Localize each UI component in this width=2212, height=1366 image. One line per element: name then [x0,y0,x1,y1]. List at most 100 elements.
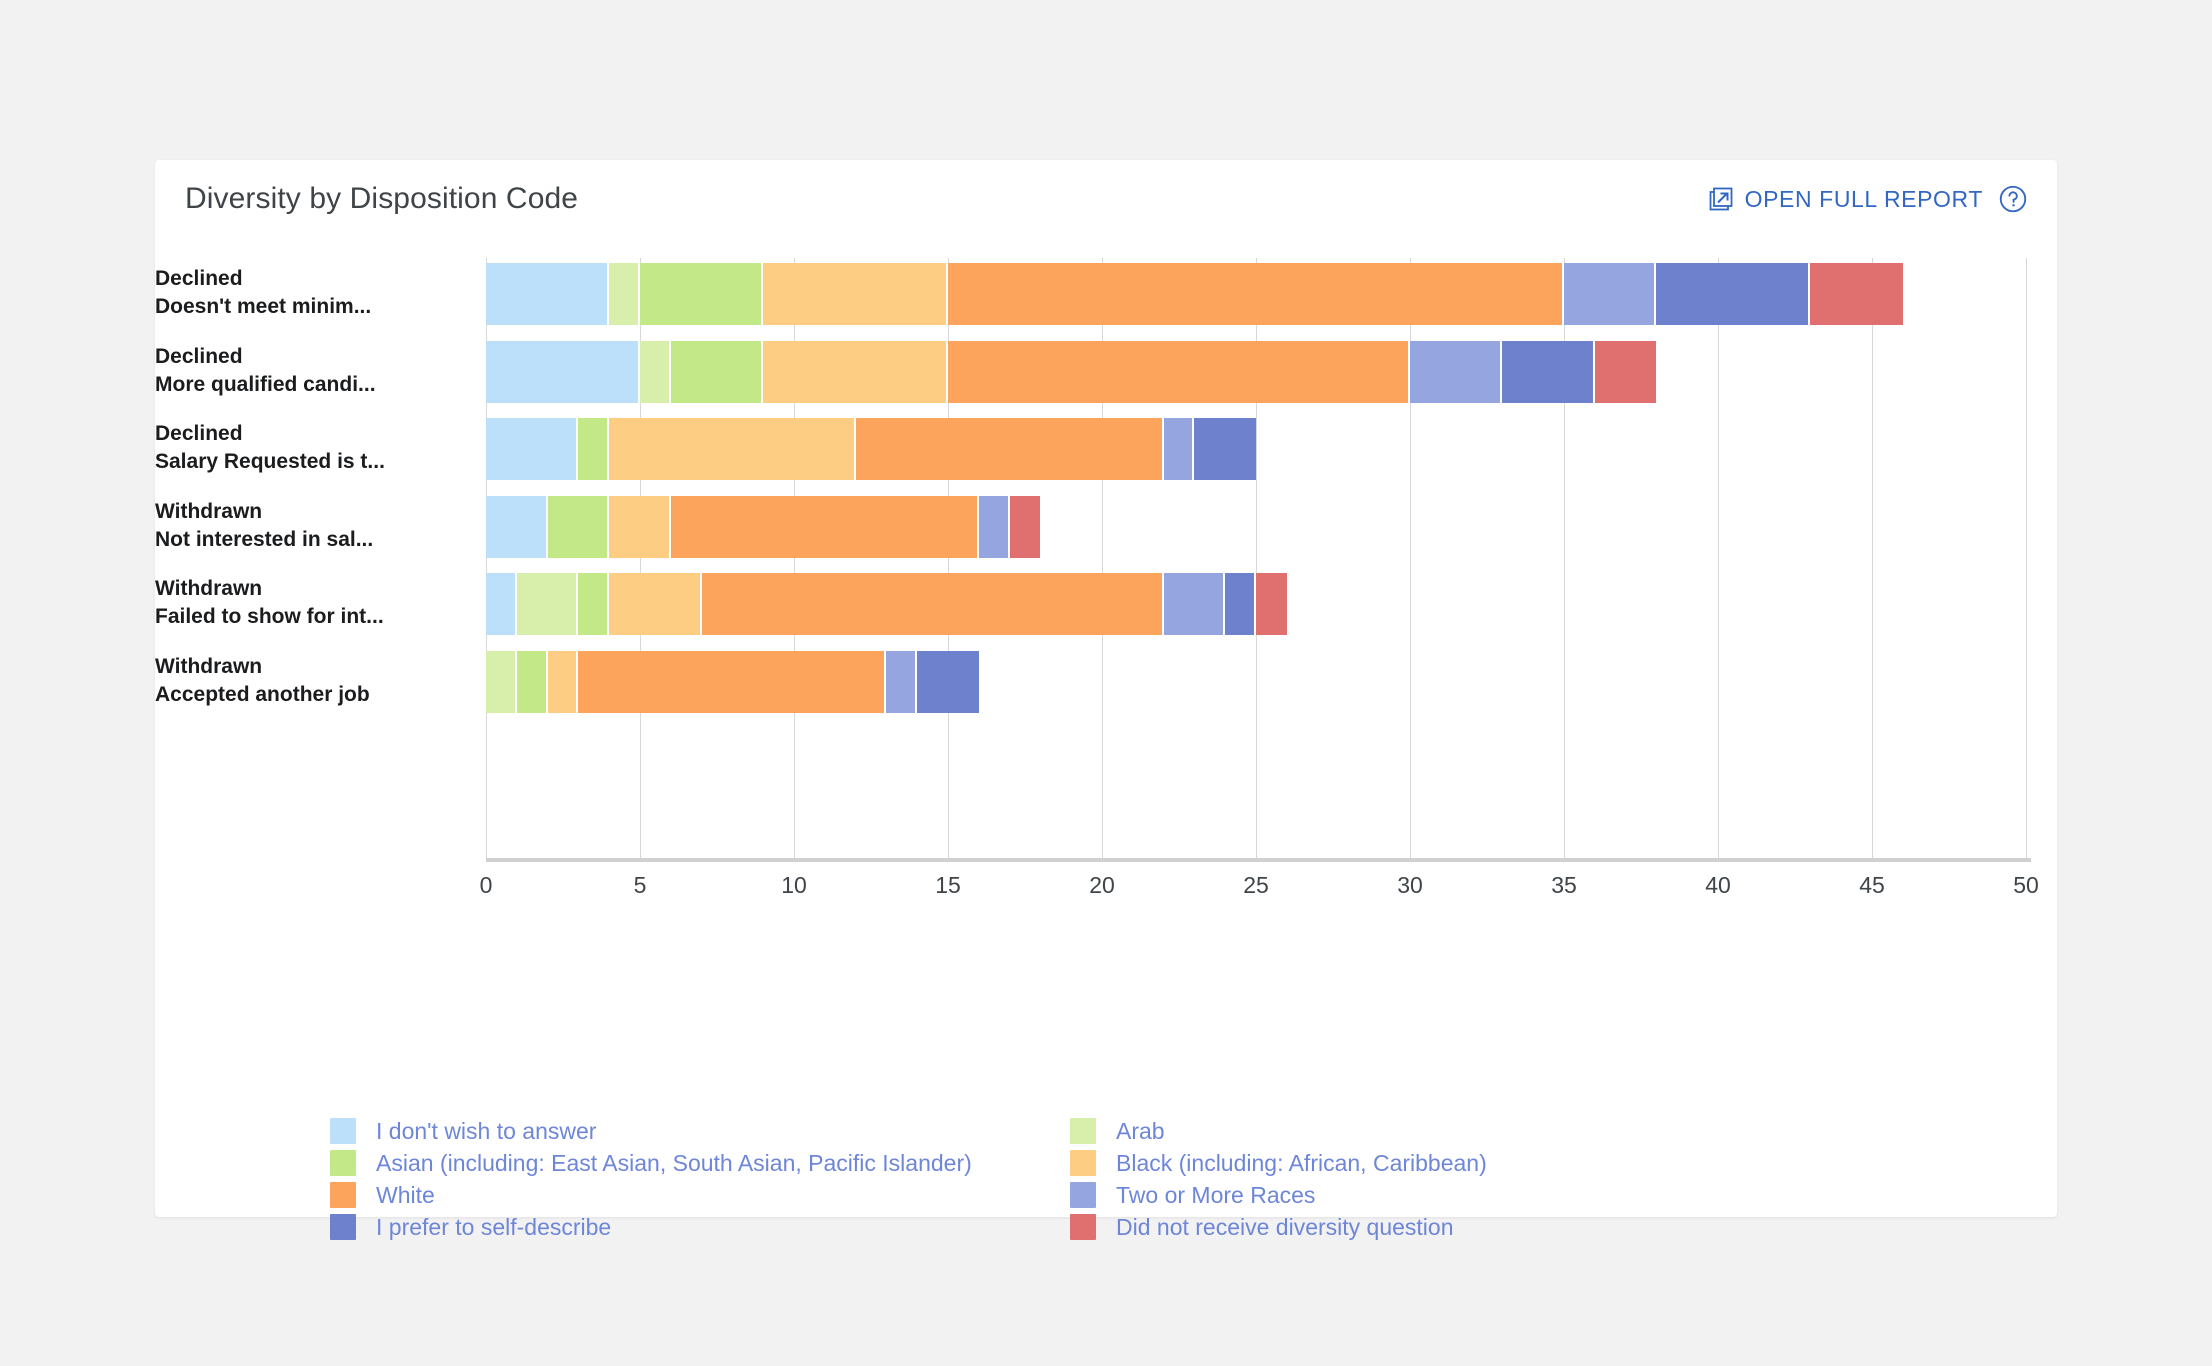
bar-row [486,573,1287,635]
legend-swatch [330,1118,356,1144]
legend-item[interactable]: Arab [1070,1115,2057,1147]
legend-label: Asian (including: East Asian, South Asia… [376,1149,972,1176]
bar-row [486,418,1256,480]
bar-segment[interactable] [886,650,918,713]
page-title: Diversity by Disposition Code [185,182,579,215]
bar-segment[interactable] [670,495,979,558]
bar-segment[interactable] [917,650,979,713]
bar-row [486,650,979,713]
x-axis-tick-labels: 0 5 10 15 20 25 30 35 40 45 50 [480,872,2039,912]
legend-label: Did not receive diversity question [1116,1213,1454,1240]
bar-segment[interactable] [947,263,1564,325]
bar-row [486,340,1657,403]
bar-segment[interactable] [639,263,764,325]
x-tick-label: 20 [1089,872,1115,898]
category-label-line1: Withdrawn [155,499,263,523]
bar-segment[interactable] [609,418,856,480]
chart-plot-area: Declined Doesn't meet minim... Declined Mor… [155,238,2057,1078]
bar-segment[interactable] [486,263,610,325]
bars-and-gridlines [486,258,2027,858]
card-header: Diversity by Disposition Code OPEN FULL … [155,160,2057,238]
category-label-line2: Failed to show for int... [155,605,384,628]
legend-swatch [330,1214,356,1240]
bar-segment[interactable] [763,263,948,325]
bar-segment[interactable] [947,340,1410,403]
bar-segment[interactable] [1163,573,1226,635]
legend-item[interactable]: Asian (including: East Asian, South Asia… [330,1147,1070,1179]
x-tick-label: 0 [479,872,493,898]
bar-segment[interactable] [1409,340,1503,403]
external-link-icon [1709,187,1733,211]
bar-segment[interactable] [486,495,548,558]
category-label-line2: More qualified candi... [155,372,376,396]
x-axis-baseline [486,858,2031,862]
bar-segment[interactable] [516,650,548,713]
x-tick-label: 15 [935,872,961,898]
legend-item[interactable]: Two or More Races [1070,1179,2057,1211]
bar-segment[interactable] [486,650,517,713]
bar-segment[interactable] [1594,340,1657,403]
bar-segment[interactable] [609,263,640,325]
bar-segment[interactable] [1502,340,1595,403]
bar-segment[interactable] [640,340,671,403]
bar-segment[interactable] [486,418,579,480]
legend-item[interactable]: Black (including: African, Caribbean) [1070,1147,2057,1179]
bar-segment[interactable] [1009,495,1041,558]
category-label-line1: Declined [155,344,243,368]
bar-segment[interactable] [1194,418,1256,480]
legend-item[interactable]: I don't wish to answer [330,1115,1070,1147]
bar-segment[interactable] [609,495,671,558]
category-label-line2: Doesn't meet minim... [155,295,372,318]
legend-swatch [1070,1150,1096,1176]
bar-segment[interactable] [547,650,579,713]
legend-swatch [330,1182,356,1208]
category-label: Withdrawn Accepted another job [155,653,465,709]
bar-segment[interactable] [578,573,610,635]
bar-segment[interactable] [609,573,702,635]
category-axis-labels: Declined Doesn't meet minim... Declined Mor… [155,258,486,858]
x-tick-label: 50 [2013,872,2039,898]
legend-item[interactable]: White [330,1179,1070,1211]
legend-label: I don't wish to answer [376,1117,597,1144]
x-tick-label: 40 [1705,872,1731,898]
header-actions: OPEN FULL REPORT [1709,185,2027,213]
legend-item[interactable]: Did not receive diversity question [1070,1211,2057,1243]
category-label-line1: Withdrawn [155,577,263,600]
bar-segment[interactable] [1656,263,1811,325]
legend-label: I prefer to self-describe [376,1213,612,1240]
bar-segment[interactable] [978,495,1010,558]
bar-segment[interactable] [855,418,1164,480]
category-label-line1: Declined [155,422,243,445]
bar-segment[interactable] [486,340,640,403]
category-label-line2: Salary Requested is t... [155,450,385,473]
x-tick-label: 5 [633,872,647,898]
question-mark-circle-icon[interactable] [1999,185,2027,213]
bar-segment[interactable] [670,340,764,403]
bar-segment[interactable] [1255,573,1287,635]
bar-segment[interactable] [763,340,948,403]
bar-segment[interactable] [516,573,579,635]
bar-segment[interactable] [486,573,517,635]
category-label-line1: Declined [155,267,243,290]
x-tick-label: 10 [781,872,807,898]
legend-label: Black (including: African, Caribbean) [1116,1149,1487,1176]
bar-segment[interactable] [701,573,1164,635]
bar-segment[interactable] [578,418,610,480]
legend-label: Two or More Races [1116,1181,1316,1208]
legend-label: White [376,1181,435,1208]
bar-segment[interactable] [1563,263,1657,325]
x-tick-label: 45 [1859,872,1885,898]
x-tick-label: 25 [1243,872,1269,898]
x-tick-label: 35 [1551,872,1577,898]
chart-legend: I don't wish to answer Arab Asian (includi… [155,1115,2057,1243]
x-tick-label: 30 [1397,872,1423,898]
open-full-report-button[interactable]: OPEN FULL REPORT [1709,186,1983,213]
page-root: Diversity by Disposition Code OPEN FULL … [0,0,2212,1366]
bar-segment[interactable] [1163,418,1195,480]
bar-segment[interactable] [547,495,610,558]
bar-segment[interactable] [1810,263,1903,325]
bar-segment[interactable] [578,650,887,713]
category-label: Withdrawn Failed to show for int... [155,575,465,631]
bar-segment[interactable] [1225,573,1256,635]
legend-item[interactable]: I prefer to self-describe [330,1211,1070,1243]
